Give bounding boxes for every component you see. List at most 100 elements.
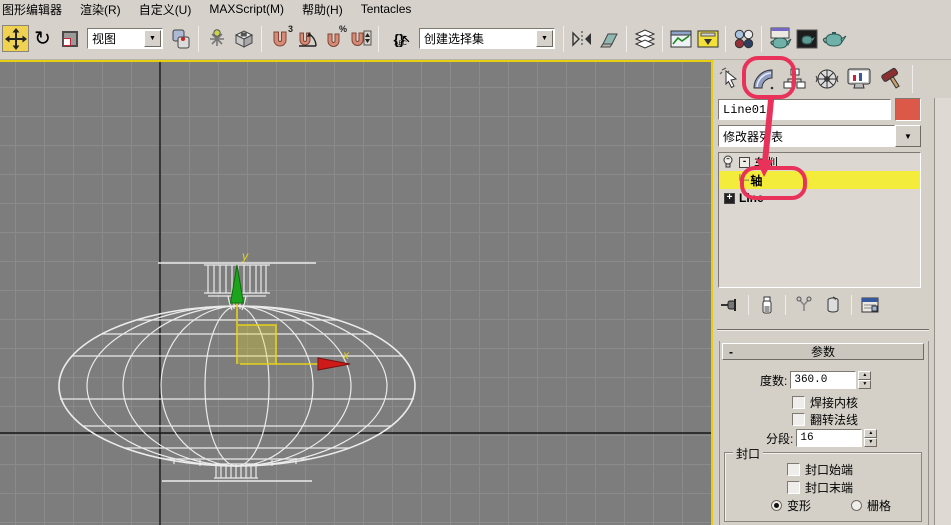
edit-named-selections-button[interactable]: {}↖ ABC [383,25,415,52]
object-name-field[interactable]: Line01 [718,99,891,120]
named-selection-combo[interactable]: 创建选择集 ▼ [419,28,555,49]
material-editor-icon [733,28,755,50]
object-color-swatch[interactable] [895,98,921,121]
coord-system-value: 视图 [88,30,143,47]
trash-icon [825,296,841,314]
snap-angle-button[interactable] [293,25,320,52]
tab-create[interactable] [717,65,744,93]
viewport-canvas: y x [0,62,711,525]
render-teapot-icon [821,28,847,50]
render-setup-icon [768,27,792,51]
select-move-button[interactable] [2,25,29,52]
parameters-rollout-header[interactable]: - 参数 [722,343,924,360]
snap-3d-button[interactable]: 3 [266,25,293,52]
stack-row-line[interactable]: + Line [719,189,920,207]
menu-rendering[interactable]: 渲染(R) [71,0,130,18]
pin-stack-button[interactable] [717,294,743,316]
rendered-frame-button[interactable] [793,25,820,52]
weld-core-checkbox[interactable] [792,396,805,409]
segments-field[interactable]: 16 [796,429,862,447]
keyboard-override-button[interactable] [230,25,257,52]
degrees-spinner[interactable]: ▲ ▼ [858,371,871,389]
select-manipulate-button[interactable] [203,25,230,52]
snap-percent-label: % [339,24,347,34]
schematic-view-button[interactable] [694,25,721,52]
panel-divider [717,329,929,331]
modifier-stack: - 车削 └┄ 轴 + Line [718,152,921,288]
magnet-3d-icon [271,30,289,48]
tab-utilities[interactable] [877,65,904,93]
select-scale-button[interactable] [56,25,83,52]
snap-spinner-button[interactable] [347,25,374,52]
pin-icon [720,297,740,313]
selection-set-value: 创建选择集 [420,30,535,47]
collapse-box-icon[interactable]: - [739,157,750,168]
degrees-label: 度数: [760,372,787,389]
named-selections-icon: {}↖ ABC [394,31,405,47]
remove-modifier-button[interactable] [820,294,846,316]
parameters-rollout: - 参数 度数: 360.0 ▲ ▼ 焊接内核 翻转法线 [719,341,929,525]
command-panel: Line01 修改器列表 ▼ - 车削 └┄ 轴 [713,60,951,525]
viewport-front[interactable]: y x [0,60,713,525]
stack-line-label: Line [739,191,764,205]
menu-customize[interactable]: 自定义(U) [130,0,201,18]
segments-spinner[interactable]: ▲ ▼ [864,429,877,447]
spinner-up-icon[interactable]: ▲ [858,371,871,380]
bulb-icon[interactable] [722,155,734,169]
stack-row-lathe[interactable]: - 车削 [719,153,920,171]
menu-maxscript[interactable]: MAXScript(M) [200,1,293,17]
tab-display[interactable] [845,65,872,93]
axis-label-x: x [342,348,350,362]
render-button[interactable] [820,25,847,52]
align-icon [598,29,620,49]
cap-end-checkbox[interactable] [787,481,800,494]
menu-graph-editors[interactable]: 图形编辑器 [0,0,71,18]
stack-toolbar [717,293,923,317]
cap-start-checkbox[interactable] [787,463,800,476]
cap-group-label: 封口 [733,445,763,462]
tab-modify[interactable] [749,65,776,93]
use-pivot-center-button[interactable] [167,25,194,52]
modifier-list-arrow[interactable]: ▼ [895,125,921,147]
tab-hierarchy[interactable] [781,65,808,93]
rollout-collapse-icon[interactable]: - [723,345,739,359]
flip-normals-checkbox[interactable] [792,413,805,426]
stack-row-axis[interactable]: └┄ 轴 [719,171,920,189]
snap-percent-button[interactable]: % [320,25,347,52]
chevron-down-icon[interactable]: ▼ [144,30,161,47]
make-unique-button[interactable] [791,294,817,316]
select-rotate-button[interactable]: ↻ [29,25,56,52]
degrees-value: 360.0 [794,374,827,386]
menu-tentacles[interactable]: Tentacles [352,1,421,17]
grid-radio[interactable] [851,500,862,511]
expand-box-icon[interactable]: + [724,193,735,204]
degrees-field[interactable]: 360.0 [790,371,856,389]
gizmo-xy-plane[interactable] [238,325,276,364]
stack-lathe-label: 车削 [754,154,778,171]
tree-branch-glyph: └┄ [736,174,748,187]
curve-editor-button[interactable] [667,25,694,52]
grid-radio-label: 栅格 [867,497,891,514]
mirror-button[interactable] [568,25,595,52]
configure-modifier-sets-button[interactable] [857,294,883,316]
rollout-scroll-gutter[interactable] [934,98,951,525]
move-icon [5,28,27,50]
show-end-result-button[interactable] [754,294,780,316]
flip-normals-label: 翻转法线 [810,411,858,428]
align-button[interactable] [595,25,622,52]
layer-manager-button[interactable] [631,25,658,52]
render-setup-button[interactable] [766,25,793,52]
manipulate-icon [206,28,228,50]
reference-coordinate-combo[interactable]: 视图 ▼ [87,28,163,49]
morph-radio[interactable] [771,500,782,511]
rotate-icon: ↻ [34,29,51,49]
modifier-list-label: 修改器列表 [723,128,783,145]
spinner-up-icon[interactable]: ▲ [864,429,877,438]
chevron-down-icon[interactable]: ▼ [536,30,553,47]
modifier-list-dropdown[interactable]: 修改器列表 [718,125,895,147]
tab-motion[interactable] [813,65,840,93]
spinner-down-icon[interactable]: ▼ [858,380,871,389]
spinner-down-icon[interactable]: ▼ [864,438,877,447]
material-editor-button[interactable] [730,25,757,52]
menu-help[interactable]: 帮助(H) [293,0,352,18]
